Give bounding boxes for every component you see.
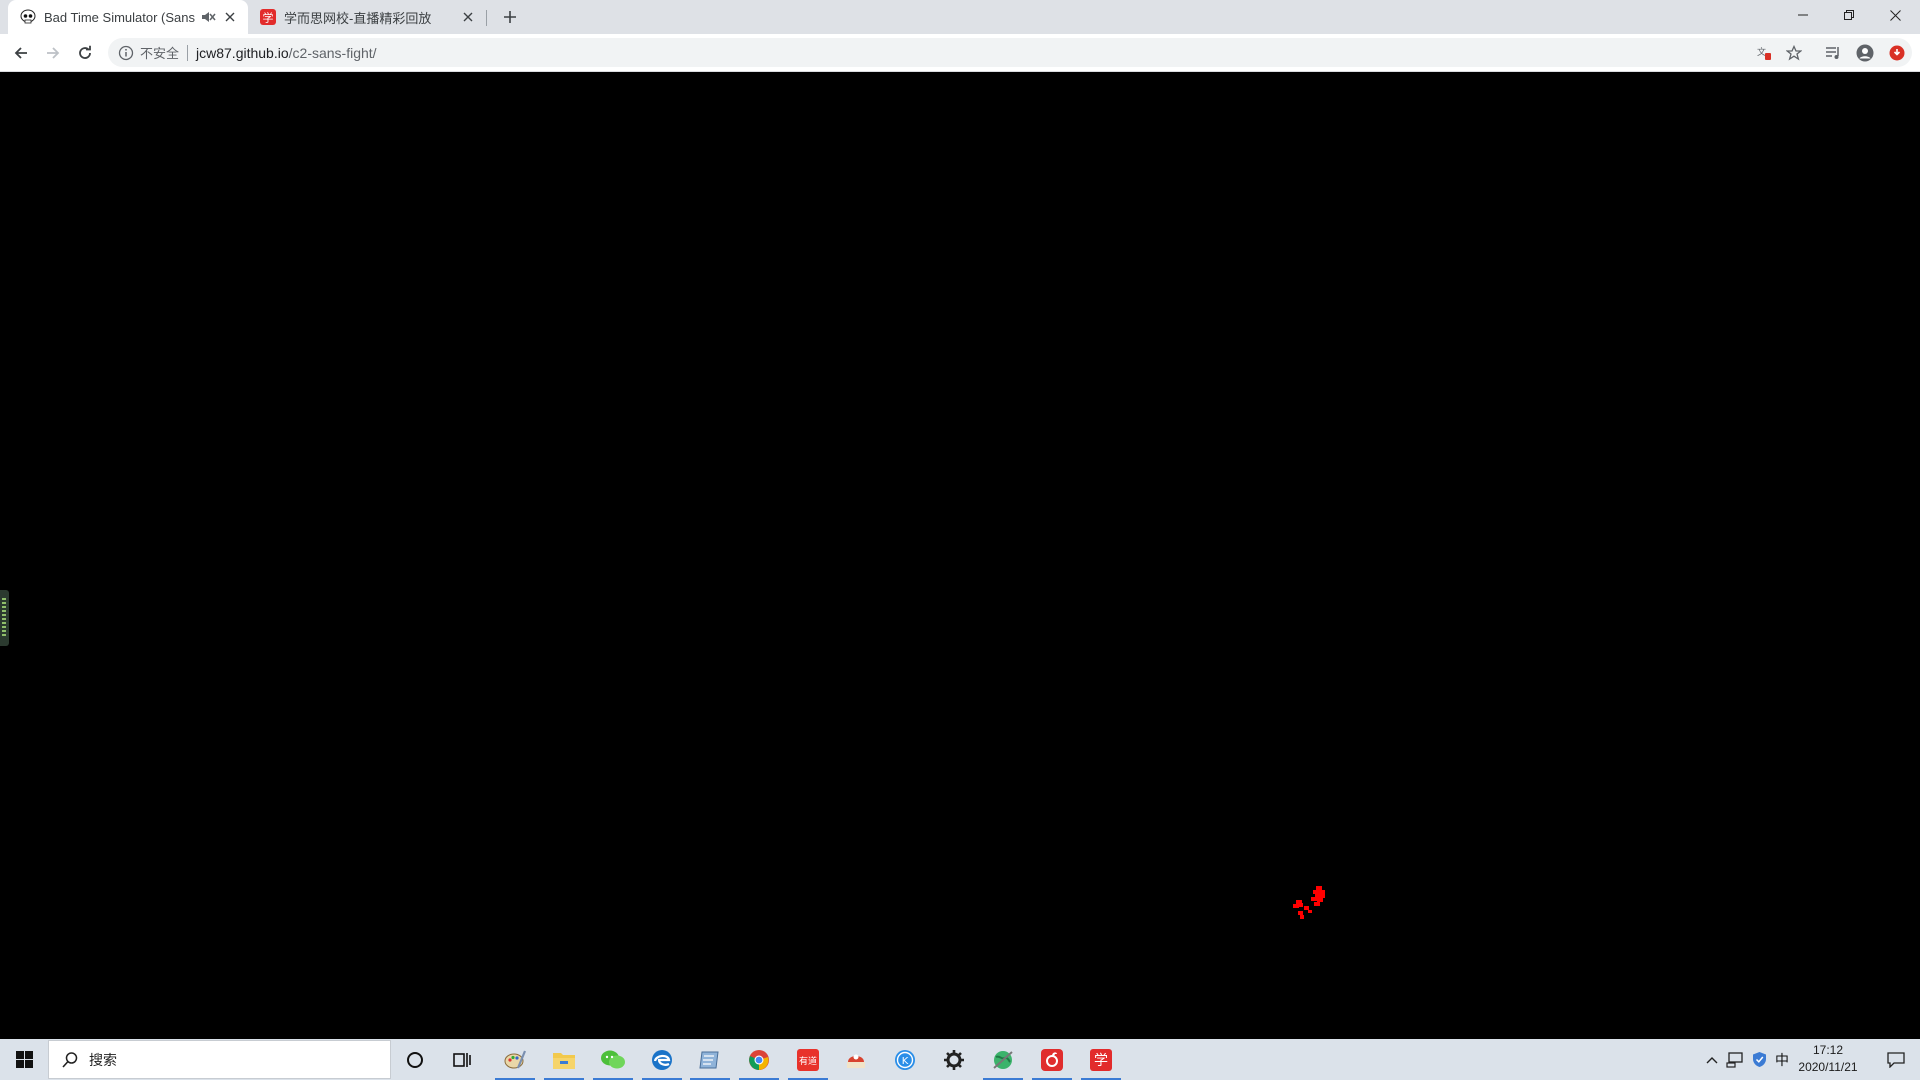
tab-separator <box>486 10 487 26</box>
taskbar-app-paint[interactable] <box>492 1039 538 1080</box>
address-bar[interactable]: 不安全 jcw87.github.io/c2-sans-fight/ <box>108 38 1912 67</box>
taskbar-app-notepad[interactable] <box>687 1039 733 1080</box>
arrow-right-icon <box>47 47 60 59</box>
back-button[interactable] <box>9 41 33 65</box>
tab-title: Bad Time Simulator (Sans <box>44 9 196 25</box>
reload-button[interactable] <box>73 41 97 65</box>
plus-icon <box>504 11 516 23</box>
taskbar-app-edge[interactable] <box>639 1039 685 1080</box>
cortana-icon <box>407 1051 423 1068</box>
taskbar-app-kugou[interactable]: K <box>882 1039 928 1080</box>
taskbar-app-file-explorer[interactable] <box>541 1039 587 1080</box>
broken-heart-soul-icon <box>1293 886 1325 919</box>
close-icon <box>1889 9 1901 21</box>
translate-icon: 文 <box>1757 46 1771 60</box>
restore-icon <box>1844 10 1854 20</box>
windows-logo-icon <box>15 1051 33 1068</box>
game-canvas[interactable] <box>0 72 1920 1039</box>
info-icon[interactable] <box>118 45 134 61</box>
search-icon <box>62 1051 78 1068</box>
minimize-button[interactable] <box>1780 0 1826 30</box>
security-tray-button[interactable] <box>1748 1039 1770 1080</box>
game-app-icon <box>847 1054 865 1068</box>
url-host: jcw87.github.io <box>196 44 289 61</box>
taskbar-app-wechat[interactable] <box>590 1039 636 1080</box>
translate-button[interactable]: 文 <box>1752 41 1776 65</box>
kugou-music-icon: K <box>895 1049 915 1070</box>
side-dock-widget[interactable] <box>0 590 9 646</box>
task-view-button[interactable] <box>440 1039 486 1080</box>
tab-strip: Bad Time Simulator (Sans 学 学而思网校-直播精彩回放 <box>0 0 1920 34</box>
netease-music-icon <box>1041 1048 1063 1071</box>
paint-icon <box>504 1050 527 1068</box>
file-explorer-icon <box>553 1052 575 1069</box>
svg-text:有道: 有道 <box>799 1055 817 1067</box>
restore-button[interactable] <box>1826 0 1872 30</box>
divider <box>187 44 189 61</box>
bookmark-star-button[interactable] <box>1782 41 1806 65</box>
youdao-dictionary-icon: 有道 <box>797 1048 819 1071</box>
tab-title: 学而思网校-直播精彩回放 <box>284 10 432 26</box>
windows-taskbar: 搜索 有道 K 学 中 17:12 2020/11/21 <box>0 1039 1920 1080</box>
taskbar-search-box[interactable]: 搜索 <box>48 1040 391 1079</box>
notification-icon <box>1887 1051 1905 1068</box>
forward-button[interactable] <box>41 41 65 65</box>
start-button[interactable] <box>0 1039 48 1080</box>
svg-text:学: 学 <box>263 11 274 25</box>
globe-app-icon <box>993 1050 1013 1069</box>
taskbar-clock[interactable]: 17:12 2020/11/21 <box>1782 1042 1874 1078</box>
taskbar-app-chrome[interactable] <box>736 1039 782 1080</box>
network-icon <box>1726 1051 1743 1068</box>
new-tab-button[interactable] <box>498 6 522 28</box>
close-icon <box>463 12 473 22</box>
tab-xueersi[interactable]: 学 学而思网校-直播精彩回放 <box>250 0 486 34</box>
tab-bad-time-simulator[interactable]: Bad Time Simulator (Sans <box>8 0 248 34</box>
profile-button[interactable] <box>1853 41 1877 65</box>
shield-icon <box>1752 1052 1766 1067</box>
media-control-button[interactable] <box>1821 41 1845 65</box>
close-window-button[interactable] <box>1872 0 1918 30</box>
xue-app-icon: 学 <box>1090 1048 1112 1071</box>
extension-button[interactable] <box>1885 41 1909 65</box>
svg-text:文: 文 <box>1757 46 1766 58</box>
chevron-up-icon <box>1706 1056 1718 1063</box>
taskbar-app-youdao[interactable]: 有道 <box>785 1039 831 1080</box>
cortana-button[interactable] <box>392 1039 438 1080</box>
star-icon <box>1786 45 1802 61</box>
url-path: /c2-sans-fight/ <box>288 44 377 61</box>
extension-icon <box>1889 45 1905 61</box>
taskbar-app-globe[interactable] <box>980 1039 1026 1080</box>
wechat-icon <box>601 1050 625 1068</box>
mute-icon[interactable] <box>200 9 216 25</box>
close-tab-button[interactable] <box>222 9 238 25</box>
task-view-icon <box>453 1052 471 1067</box>
playlist-icon <box>1826 47 1839 59</box>
search-placeholder: 搜索 <box>89 1051 117 1068</box>
taskbar-app-game[interactable] <box>833 1039 879 1080</box>
taskbar-app-settings[interactable] <box>931 1039 977 1080</box>
network-tray-button[interactable] <box>1724 1039 1746 1080</box>
browser-toolbar: 不安全 jcw87.github.io/c2-sans-fight/ 文 <box>0 34 1920 72</box>
svg-text:K: K <box>902 1056 909 1067</box>
taskbar-app-netease-music[interactable] <box>1029 1039 1075 1080</box>
reload-icon <box>79 45 91 59</box>
action-center-button[interactable] <box>1876 1039 1916 1080</box>
edge-icon <box>652 1049 672 1070</box>
svg-text:学: 学 <box>1094 1053 1108 1069</box>
skull-icon <box>20 9 36 24</box>
notepad-icon <box>699 1051 719 1068</box>
security-label[interactable]: 不安全 <box>140 43 179 62</box>
clock-date: 2020/11/21 <box>1798 1060 1858 1074</box>
xue-app-icon: 学 <box>260 9 276 25</box>
account-icon <box>1856 44 1874 62</box>
arrow-left-icon <box>14 47 27 59</box>
chrome-icon <box>749 1049 769 1070</box>
close-icon <box>225 12 235 22</box>
taskbar-app-xueersi[interactable]: 学 <box>1078 1039 1124 1080</box>
close-tab-button[interactable] <box>460 9 476 25</box>
minimize-icon <box>1798 14 1808 16</box>
show-hidden-icons-button[interactable] <box>1702 1039 1722 1080</box>
settings-gear-icon <box>944 1049 964 1070</box>
clock-time: 17:12 <box>1812 1043 1844 1057</box>
